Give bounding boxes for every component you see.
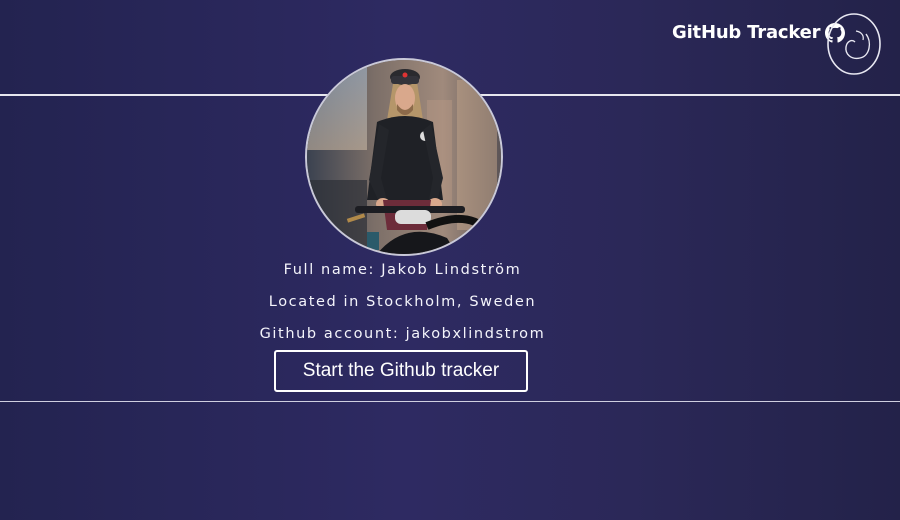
profile-avatar [305, 58, 503, 256]
github-account-text: Github account: jakobxlindstrom [259, 326, 546, 342]
ring-logo-icon [826, 12, 882, 76]
brand-header: GitHub Tracker [672, 22, 846, 43]
start-tracker-button[interactable]: Start the Github tracker [274, 350, 528, 392]
bottom-divider [0, 401, 900, 402]
location-text: Located in Stockholm, Sweden [268, 294, 537, 310]
full-name-text: Full name: Jakob Lindström [283, 262, 522, 278]
app-title: GitHub Tracker [672, 22, 821, 43]
